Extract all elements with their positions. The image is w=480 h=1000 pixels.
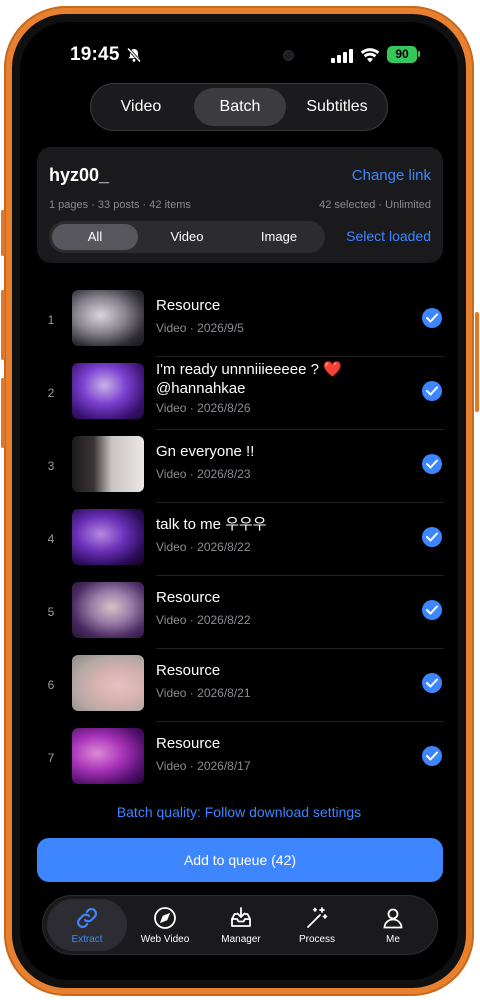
tab-label: Me	[386, 934, 400, 945]
item-title: talk to me 우우우	[156, 516, 267, 533]
selection-info: 42 selected · Unlimited	[319, 199, 431, 211]
account-card: hyz00_ Change link 1 pages · 33 posts · …	[37, 147, 443, 263]
bell-muted-icon	[126, 47, 142, 63]
selected-checkmark-icon[interactable]	[422, 527, 442, 547]
compass-icon	[154, 907, 176, 929]
tab-process[interactable]: Process	[277, 899, 357, 951]
tab-me[interactable]: Me	[353, 899, 433, 951]
magic-wand-icon	[307, 907, 328, 928]
change-link-button[interactable]: Change link	[352, 167, 431, 184]
filter-video[interactable]: Video	[144, 224, 230, 250]
account-meta: 1 pages · 33 posts · 42 items	[49, 199, 191, 211]
list-item[interactable]: 2 I'm ready unnniiieeeee ? ❤️ @hannahkae…	[20, 357, 458, 430]
person-icon	[383, 908, 403, 929]
account-username: hyz00_	[49, 165, 110, 185]
item-subtitle: Video · 2026/8/17	[156, 759, 251, 773]
item-title: Resource	[156, 589, 221, 606]
battery-indicator: 90	[387, 46, 417, 63]
item-index: 1	[47, 313, 55, 327]
selected-checkmark-icon[interactable]	[422, 600, 442, 620]
tab-extract[interactable]: Extract	[47, 899, 127, 951]
segment-subtitles[interactable]: Subtitles	[291, 88, 383, 126]
status-time: 19:45	[70, 44, 120, 65]
selected-checkmark-icon[interactable]	[422, 746, 442, 766]
battery-level: 90	[395, 47, 409, 61]
list-item[interactable]: 7 Resource Video · 2026/8/17	[20, 722, 458, 795]
list-item[interactable]: 4 talk to me 우우우 Video · 2026/8/22	[20, 503, 458, 576]
thumbnail	[72, 582, 144, 638]
segment-batch[interactable]: Batch	[194, 88, 286, 126]
list-item[interactable]: 6 Resource Video · 2026/8/21	[20, 649, 458, 722]
item-title: Resource	[156, 662, 221, 679]
item-index: 4	[47, 532, 55, 546]
item-index: 3	[47, 459, 55, 473]
list-item[interactable]: 3 Gn everyone !! Video · 2026/8/23	[20, 430, 458, 503]
item-title: Resource	[156, 735, 221, 752]
status-bar: 19:45 90	[20, 40, 458, 70]
item-index: 2	[47, 386, 55, 400]
list-item[interactable]: 5 Resource Video · 2026/8/22	[20, 576, 458, 649]
item-title: I'm ready unnniiieeeee ? ❤️ @hannahkae	[156, 361, 342, 397]
filter-image[interactable]: Image	[236, 224, 322, 250]
tab-label: Web Video	[140, 934, 190, 945]
front-camera	[283, 50, 294, 61]
cellular-signal-icon	[331, 49, 353, 63]
tab-label: Extract	[71, 934, 103, 945]
filter-all[interactable]: All	[52, 224, 138, 250]
screen: 19:45 90 Video Batch Subtitles hyz00_ Ch…	[20, 22, 458, 980]
volume-up-button	[1, 290, 5, 360]
selected-checkmark-icon[interactable]	[422, 454, 442, 474]
tab-label: Manager	[221, 934, 261, 945]
tab-label: Process	[298, 934, 336, 945]
battery-tip	[418, 51, 420, 57]
batch-quality-link[interactable]: Batch quality: Follow download settings	[20, 804, 458, 820]
media-filter: All Video Image	[49, 221, 325, 253]
volume-down-button	[1, 378, 5, 448]
thumbnail	[72, 363, 144, 419]
wifi-icon	[360, 48, 380, 63]
item-subtitle: Video · 2026/8/23	[156, 467, 251, 481]
tray-download-icon	[231, 907, 251, 927]
item-index: 5	[47, 605, 55, 619]
item-subtitle: Video · 2026/8/22	[156, 540, 251, 554]
segment-video[interactable]: Video	[95, 88, 187, 126]
selected-checkmark-icon[interactable]	[422, 308, 442, 328]
list-item[interactable]: 1 Resource Video · 2026/9/5	[20, 284, 458, 357]
select-loaded-button[interactable]: Select loaded	[346, 228, 431, 244]
thumbnail	[72, 509, 144, 565]
item-subtitle: Video · 2026/8/22	[156, 613, 251, 627]
thumbnail	[72, 290, 144, 346]
tab-bar: Extract Web Video Manager Process Me	[42, 895, 438, 955]
mode-segmented-control: Video Batch Subtitles	[90, 83, 388, 131]
item-title: Resource	[156, 297, 221, 314]
add-to-queue-button[interactable]: Add to queue (42)	[37, 838, 443, 882]
selected-checkmark-icon[interactable]	[422, 381, 442, 401]
power-button	[475, 312, 479, 412]
thumbnail	[72, 655, 144, 711]
thumbnail	[72, 436, 144, 492]
tab-web-video[interactable]: Web Video	[125, 899, 205, 951]
link-icon	[76, 907, 98, 929]
action-button	[1, 210, 5, 256]
thumbnail	[72, 728, 144, 784]
item-subtitle: Video · 2026/8/26	[156, 401, 251, 415]
item-index: 6	[47, 678, 55, 692]
item-title: Gn everyone !!	[156, 443, 255, 460]
item-subtitle: Video · 2026/9/5	[156, 321, 244, 335]
tab-manager[interactable]: Manager	[201, 899, 281, 951]
item-subtitle: Video · 2026/8/21	[156, 686, 251, 700]
selected-checkmark-icon[interactable]	[422, 673, 442, 693]
item-index: 7	[47, 751, 55, 765]
